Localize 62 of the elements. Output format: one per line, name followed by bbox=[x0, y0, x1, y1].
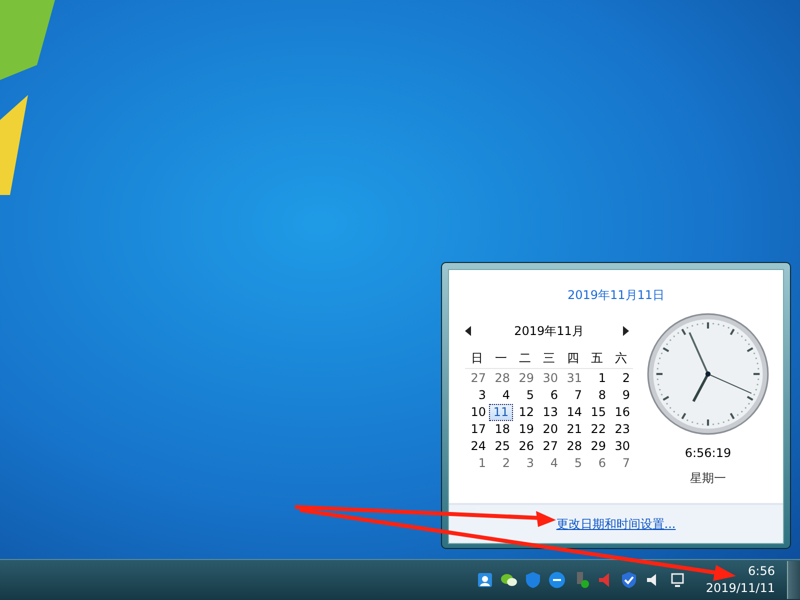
weekday-label: 二 bbox=[513, 348, 537, 369]
calendar-day[interactable]: 24 bbox=[465, 438, 489, 455]
calendar-day[interactable]: 5 bbox=[561, 455, 585, 472]
calendar-day[interactable]: 29 bbox=[585, 438, 609, 455]
taskbar-time: 6:56 bbox=[748, 563, 775, 580]
chat-bubbles-icon[interactable] bbox=[500, 571, 518, 589]
weekday-label: 三 bbox=[537, 348, 561, 369]
calendar-day[interactable]: 27 bbox=[465, 370, 489, 387]
weekday-label: 日 bbox=[465, 348, 489, 369]
calendar-day[interactable]: 27 bbox=[537, 438, 561, 455]
calendar-day[interactable]: 2 bbox=[489, 455, 513, 472]
calendar-day[interactable]: 11 bbox=[489, 404, 513, 421]
taskbar-date: 2019/11/11 bbox=[706, 580, 775, 597]
calendar-day[interactable]: 18 bbox=[489, 421, 513, 438]
show-desktop-button[interactable] bbox=[787, 561, 800, 599]
calendar-day[interactable]: 10 bbox=[465, 404, 489, 421]
calendar-day[interactable]: 29 bbox=[513, 370, 537, 387]
calendar-day[interactable]: 6 bbox=[585, 455, 609, 472]
calendar-day[interactable]: 30 bbox=[537, 370, 561, 387]
change-date-time-settings-link[interactable]: 更改日期和时间设置... bbox=[556, 516, 676, 532]
calendar-day[interactable]: 12 bbox=[513, 404, 537, 421]
calendar-day[interactable]: 30 bbox=[609, 438, 633, 455]
calendar-day[interactable]: 3 bbox=[465, 387, 489, 404]
weekday-label: 六 bbox=[609, 348, 633, 369]
calendar-day[interactable]: 8 bbox=[585, 387, 609, 404]
calendar-day[interactable]: 17 bbox=[465, 421, 489, 438]
weekday-label: 一 bbox=[489, 348, 513, 369]
calendar-day[interactable]: 1 bbox=[585, 370, 609, 387]
calendar-day[interactable]: 19 bbox=[513, 421, 537, 438]
calendar-day[interactable]: 21 bbox=[561, 421, 585, 438]
calendar-day[interactable]: 22 bbox=[585, 421, 609, 438]
calendar-day[interactable]: 16 bbox=[609, 404, 633, 421]
calendar-day[interactable]: 26 bbox=[513, 438, 537, 455]
calendar-day[interactable]: 23 bbox=[609, 421, 633, 438]
weekday-label: 五 bbox=[585, 348, 609, 369]
shield-icon[interactable] bbox=[524, 571, 542, 589]
full-date[interactable]: 2019年11月11日 bbox=[449, 270, 783, 320]
weekday-text: 星期一 bbox=[690, 470, 726, 487]
calendar-day[interactable]: 14 bbox=[561, 404, 585, 421]
taskbar-clock[interactable]: 6:56 2019/11/11 bbox=[706, 563, 775, 597]
calendar-day[interactable]: 5 bbox=[513, 387, 537, 404]
calendar-day[interactable]: 15 bbox=[585, 404, 609, 421]
calendar-day[interactable]: 6 bbox=[537, 387, 561, 404]
calendar-day[interactable]: 4 bbox=[537, 455, 561, 472]
digital-time: 6:56:19 bbox=[684, 446, 732, 460]
calendar-day[interactable]: 9 bbox=[609, 387, 633, 404]
calendar-day[interactable]: 4 bbox=[489, 387, 513, 404]
weekday-label: 四 bbox=[561, 348, 585, 369]
calendar-day[interactable]: 31 bbox=[561, 370, 585, 387]
calendar-day[interactable]: 3 bbox=[513, 455, 537, 472]
calendar-day[interactable]: 1 bbox=[465, 455, 489, 472]
calendar-day[interactable]: 28 bbox=[489, 370, 513, 387]
calendar-day[interactable]: 7 bbox=[561, 387, 585, 404]
contact-icon[interactable] bbox=[476, 571, 494, 589]
calendar-day[interactable]: 13 bbox=[537, 404, 561, 421]
month-title[interactable]: 2019年11月 bbox=[514, 322, 584, 340]
calendar-day[interactable]: 28 bbox=[561, 438, 585, 455]
calendar-day[interactable]: 20 bbox=[537, 421, 561, 438]
calendar-day[interactable]: 2 bbox=[609, 370, 633, 387]
calendar-day[interactable]: 25 bbox=[489, 438, 513, 455]
shield-check-icon[interactable] bbox=[620, 571, 638, 589]
calendar-day[interactable]: 7 bbox=[609, 455, 633, 472]
